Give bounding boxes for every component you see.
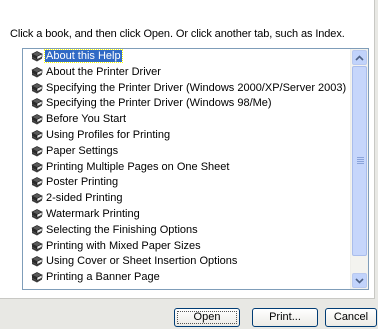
book-icon bbox=[31, 161, 43, 173]
topic-item[interactable]: Printing a Banner Page bbox=[23, 270, 350, 286]
topic-item[interactable]: Poster Printing bbox=[23, 175, 350, 191]
vertical-scrollbar[interactable] bbox=[350, 49, 368, 289]
topic-label: About the Printer Driver bbox=[46, 65, 161, 78]
open-button[interactable]: Open bbox=[174, 308, 240, 327]
topic-item[interactable]: Printing Multiple Pages on One Sheet bbox=[23, 160, 350, 176]
topic-item[interactable]: Before You Start bbox=[23, 112, 350, 128]
scroll-down-button[interactable] bbox=[352, 273, 367, 288]
topic-item[interactable]: Specifying the Printer Driver (Windows 9… bbox=[23, 96, 350, 112]
book-icon bbox=[31, 114, 43, 125]
topic-label: Paper Settings bbox=[46, 144, 119, 157]
topic-label: Printing a Banner Page bbox=[46, 271, 160, 284]
topic-label: About this Help bbox=[44, 49, 123, 63]
book-icon bbox=[31, 145, 43, 157]
book-icon bbox=[31, 98, 43, 109]
book-icon bbox=[31, 224, 43, 236]
scroll-thumb[interactable] bbox=[352, 66, 367, 256]
topic-item[interactable]: Watermark Printing bbox=[23, 207, 350, 223]
book-icon bbox=[31, 177, 43, 188]
topic-label: Before You Start bbox=[46, 113, 127, 126]
book-icon bbox=[31, 130, 43, 141]
grip-icon bbox=[357, 157, 364, 165]
topic-label: Printing Multiple Pages on One Sheet bbox=[46, 160, 230, 173]
topic-item[interactable]: About this Help bbox=[23, 49, 350, 65]
topic-label: Using Cover or Sheet Insertion Options bbox=[46, 255, 238, 268]
chevron-down-icon bbox=[355, 277, 364, 284]
book-icon bbox=[31, 209, 43, 220]
topic-label: Specifying the Printer Driver (Windows 9… bbox=[46, 97, 272, 110]
cancel-button[interactable]: Cancel bbox=[325, 308, 377, 327]
contents-tab-panel: Click a book, and then click Open. Or cl… bbox=[0, 0, 375, 299]
instruction-text: Click a book, and then click Open. Or cl… bbox=[10, 28, 345, 40]
topic-label: Printing with Mixed Paper Sizes bbox=[46, 239, 201, 252]
topic-item[interactable]: Using Cover or Sheet Insertion Options bbox=[23, 254, 350, 270]
topic-item[interactable]: 2-sided Printing bbox=[23, 191, 350, 207]
topic-item[interactable]: Specifying the Printer Driver (Windows 2… bbox=[23, 81, 350, 97]
topic-label: Selecting the Finishing Options bbox=[46, 223, 198, 236]
topic-label: Using Profiles for Printing bbox=[46, 128, 171, 141]
book-icon bbox=[31, 66, 43, 78]
topics-list: About this Help About the Printer Driver S… bbox=[23, 49, 350, 286]
book-icon bbox=[31, 240, 43, 252]
topic-item[interactable]: Selecting the Finishing Options bbox=[23, 223, 350, 239]
book-icon bbox=[31, 272, 43, 283]
topic-label: Specifying the Printer Driver (Windows 2… bbox=[46, 81, 347, 94]
book-icon bbox=[31, 51, 43, 62]
scroll-up-button[interactable] bbox=[352, 50, 367, 65]
topic-item[interactable]: Paper Settings bbox=[23, 144, 350, 160]
topics-list-box[interactable]: About this Help About the Printer Driver S… bbox=[22, 48, 369, 290]
topic-item[interactable]: About the Printer Driver bbox=[23, 65, 350, 81]
topic-label: Poster Printing bbox=[46, 176, 119, 189]
topic-label: Watermark Printing bbox=[46, 207, 140, 220]
topic-item[interactable]: Using Profiles for Printing bbox=[23, 128, 350, 144]
book-icon bbox=[31, 193, 43, 204]
chevron-up-icon bbox=[355, 54, 364, 61]
topic-item[interactable]: Printing with Mixed Paper Sizes bbox=[23, 239, 350, 255]
topic-label: 2-sided Printing bbox=[46, 192, 123, 205]
print-button[interactable]: Print... bbox=[252, 308, 318, 327]
book-icon bbox=[31, 256, 43, 267]
book-icon bbox=[31, 82, 43, 94]
